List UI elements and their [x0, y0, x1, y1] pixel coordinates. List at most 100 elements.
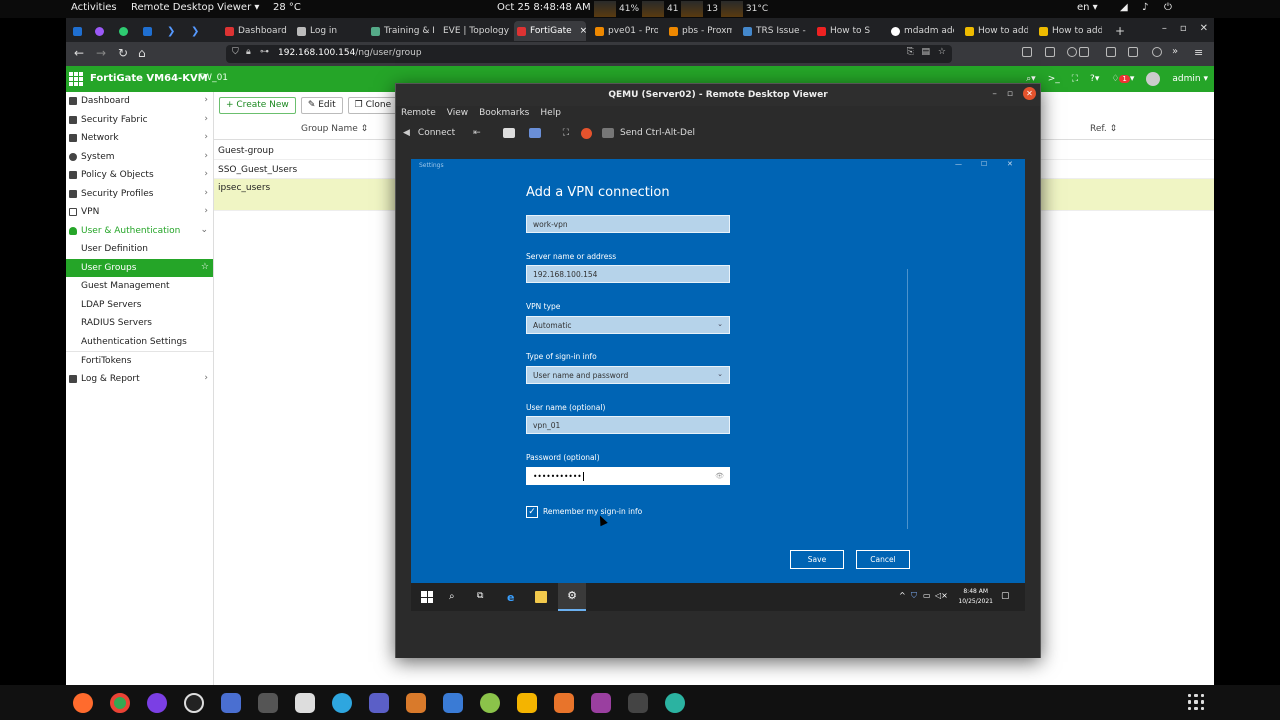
create-new-button[interactable]: + Create New — [219, 97, 296, 114]
pinned-tab-outlook-2[interactable] — [140, 21, 158, 41]
maximize-icon[interactable]: ▫ — [1180, 23, 1187, 34]
connection-name-field[interactable]: work-vpn — [526, 215, 730, 233]
account-icon[interactable] — [1067, 47, 1077, 57]
files-icon[interactable] — [295, 693, 315, 713]
close-icon[interactable]: ✕ — [1023, 87, 1036, 100]
save-button[interactable]: Save — [790, 550, 844, 569]
menu-help[interactable]: Help — [540, 108, 561, 122]
books-icon[interactable] — [406, 693, 426, 713]
obs-icon[interactable] — [184, 693, 204, 713]
overflow-menu-icon[interactable]: » — [1172, 46, 1178, 57]
network-icon[interactable]: ▭ — [923, 591, 935, 603]
tab-log-in[interactable]: Log in — [294, 21, 360, 41]
sidebar-item-system[interactable]: System › — [66, 148, 213, 167]
app-menu[interactable]: Remote Desktop Viewer ▾ — [131, 2, 259, 13]
extension-icon[interactable] — [1106, 47, 1116, 57]
vmware-icon[interactable] — [628, 693, 648, 713]
clock[interactable]: Oct 25 8:48:48 AM — [497, 2, 591, 13]
sidebar-subitem-user-definition[interactable]: User Definition — [66, 240, 213, 259]
shield-icon[interactable]: ⛉ — [232, 47, 239, 57]
teams-icon[interactable] — [369, 693, 389, 713]
sidebar-item-vpn[interactable]: VPN › — [66, 203, 213, 222]
chrome-icon[interactable] — [110, 693, 130, 713]
taskbar-clock[interactable]: 8:48 AM 10/25/2021 — [958, 587, 993, 607]
android-icon[interactable] — [480, 693, 500, 713]
reveal-password-icon[interactable]: 👁︎ — [715, 472, 724, 480]
tab-mdadm[interactable]: mdadm add — [888, 21, 954, 41]
pinned-tab-arrow[interactable]: ❯ — [164, 21, 182, 41]
translate-icon[interactable]: ⎘ — [907, 47, 914, 57]
telegram-icon[interactable] — [332, 693, 352, 713]
forward-icon[interactable]: → — [96, 46, 106, 60]
network-manager-icon[interactable] — [443, 693, 463, 713]
tab-how-to-add[interactable]: How to add — [962, 21, 1028, 41]
hamburger-menu-icon[interactable]: ≡ — [1194, 46, 1203, 59]
admin-menu[interactable]: admin ▾ — [1172, 74, 1208, 84]
tab-pbs[interactable]: pbs - Proxm — [666, 21, 732, 41]
signin-type-select[interactable]: User name and password ⌄ — [526, 366, 730, 384]
activities-button[interactable]: Activities — [71, 2, 117, 13]
menu-view[interactable]: View — [447, 108, 468, 122]
xmind-icon[interactable] — [665, 693, 685, 713]
tab-training[interactable]: Training & L — [368, 21, 434, 41]
sidebar-subitem-guest-management[interactable]: Guest Management — [66, 277, 213, 296]
sidebar-item-security-profiles[interactable]: Security Profiles › — [66, 185, 213, 204]
sidebar-subitem-fortitokens[interactable]: FortiTokens — [66, 351, 213, 370]
scrollbar[interactable] — [907, 269, 908, 529]
cli-console-icon[interactable]: >_ — [1048, 74, 1060, 84]
close-tab-icon[interactable]: × — [580, 26, 586, 36]
pinned-tab-outlook[interactable] — [70, 21, 88, 41]
screenshot-tool-icon[interactable] — [258, 693, 278, 713]
screenshot-icon[interactable] — [502, 128, 515, 138]
firefox-icon[interactable] — [73, 693, 93, 713]
view-only-icon[interactable] — [528, 128, 541, 138]
minimize-icon[interactable]: — — [955, 160, 962, 168]
maximize-icon[interactable]: ☐ — [981, 160, 987, 168]
pocket-icon[interactable] — [1022, 47, 1032, 57]
home-icon[interactable]: ⌂ — [138, 46, 146, 60]
file-explorer-icon[interactable] — [535, 591, 547, 603]
bookmark-star-icon[interactable]: ☆ — [938, 47, 946, 57]
close-icon[interactable]: ✕ — [1007, 160, 1013, 168]
sidebar-item-dashboard[interactable]: Dashboard › — [66, 92, 213, 111]
sidebar-item-policy-objects[interactable]: Policy & Objects › — [66, 166, 213, 185]
extension-icon-3[interactable] — [1152, 47, 1162, 57]
help-icon[interactable]: ?▾ — [1090, 74, 1099, 84]
tab-dashboard[interactable]: Dashboard | — [222, 21, 288, 41]
close-icon[interactable]: ✕ — [1200, 23, 1208, 34]
volume-muted-icon[interactable]: ◁× — [935, 591, 948, 603]
disconnect-icon[interactable]: ⇤ — [473, 128, 481, 138]
sidebar-subitem-radius-servers[interactable]: RADIUS Servers — [66, 314, 213, 333]
notifications-icon[interactable]: ♢ 1 ▾ — [1111, 74, 1134, 84]
lock-icon[interactable] — [581, 127, 592, 139]
maximize-icon[interactable]: ▫ — [1007, 89, 1013, 99]
edit-button[interactable]: ✎ Edit — [300, 97, 343, 114]
tab-how-to-s[interactable]: How to S — [814, 21, 880, 41]
send-ctrl-alt-del-button[interactable]: Send Ctrl-Alt-Del — [602, 128, 695, 138]
menu-bookmarks[interactable]: Bookmarks — [479, 108, 529, 122]
language-indicator[interactable]: en ▾ — [1077, 2, 1098, 13]
remote-desktop-viewer-icon[interactable] — [591, 693, 611, 713]
tab-how-to-add-2[interactable]: How to add — [1036, 21, 1102, 41]
rdv-titlebar[interactable]: QEMU (Server02) - Remote Desktop Viewer — [396, 84, 1040, 106]
cancel-button[interactable]: Cancel — [856, 550, 910, 569]
pinned-tab-messenger[interactable] — [92, 21, 110, 41]
lock-icon[interactable]: 🔒︎ — [246, 47, 251, 57]
username-field[interactable]: vpn_01 — [526, 416, 730, 434]
extension-icon-2[interactable] — [1128, 47, 1138, 57]
tab-trs-issue[interactable]: TRS Issue - T — [740, 21, 806, 41]
password-field[interactable]: ••••••••••• 👁︎ — [526, 467, 730, 485]
pinned-tab-arrow-2[interactable]: ❯ — [188, 21, 206, 41]
network-icon[interactable]: ◢ — [1120, 2, 1128, 13]
volume-icon[interactable]: ♪ — [1142, 2, 1148, 13]
column-group-name[interactable]: Group Name ⇕ — [301, 124, 368, 134]
task-view-icon[interactable]: ⧉ — [477, 591, 489, 603]
search-icon[interactable]: ⌕ — [449, 591, 461, 603]
system-monitor[interactable]: 41% 41 13 31°C — [594, 0, 768, 18]
connect-button[interactable]: ◀ Connect — [403, 128, 455, 138]
column-ref[interactable]: Ref. ⇕ — [1090, 124, 1117, 134]
fullscreen-icon[interactable]: ⛶ — [1072, 74, 1078, 84]
tab-eve-topology[interactable]: EVE | Topology — [440, 21, 510, 41]
avatar[interactable] — [1146, 72, 1161, 86]
clone-button[interactable]: ❐ Clone — [347, 97, 399, 114]
